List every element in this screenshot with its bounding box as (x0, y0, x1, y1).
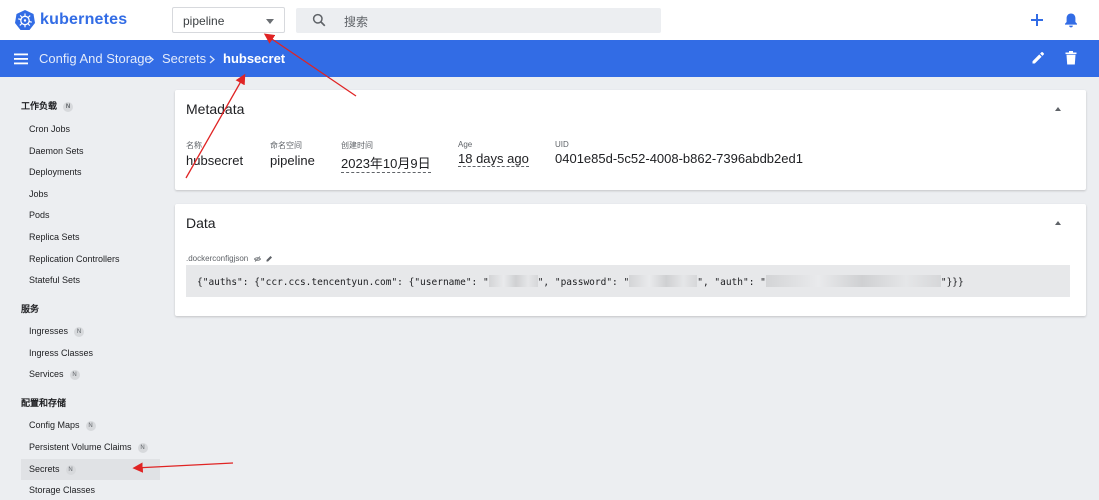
breadcrumb-secrets[interactable]: Secrets (162, 51, 206, 66)
meta-value: 0401e85d-5c52-4008-b862-7396abdb2ed1 (555, 151, 803, 166)
sidebar-section-workloads[interactable]: 工作负载 N (21, 99, 74, 112)
meta-value[interactable]: 2023年10月9日 (341, 153, 431, 173)
edit-icon[interactable] (1031, 51, 1045, 65)
namespaced-badge: N (85, 421, 96, 431)
namespace-select[interactable]: pipeline (172, 7, 285, 33)
redacted-auth (765, 275, 941, 287)
brand-name: kubernetes (40, 11, 128, 28)
meta-value[interactable]: 18 days ago (458, 151, 529, 167)
add-icon[interactable] (1028, 11, 1046, 29)
meta-label: 创建时间 (341, 141, 373, 150)
sidebar-item-ingress-classes[interactable]: Ingress Classes (21, 343, 160, 364)
sidebar-item-replication-controllers[interactable]: Replication Controllers (21, 249, 160, 270)
chevron-right-icon (148, 55, 154, 64)
sidebar-item-secrets[interactable]: Secrets N (21, 459, 160, 480)
search-icon (312, 13, 326, 27)
collapse-icon[interactable] (1055, 221, 1061, 225)
namespaced-badge: N (63, 102, 74, 112)
chevron-down-icon (266, 19, 274, 24)
meta-uid: UID 0401e85d-5c52-4008-b862-7396abdb2ed1 (555, 140, 803, 166)
meta-label: UID (555, 140, 569, 149)
sidebar-item-daemon-sets[interactable]: Daemon Sets (21, 141, 160, 162)
sidebar-item-storage-classes[interactable]: Storage Classes (21, 480, 160, 500)
chevron-right-icon (209, 55, 215, 64)
meta-namespace: 命名空间 pipeline (270, 140, 315, 168)
metadata-card: Metadata 名称 hubsecret 命名空间 pipeline 创建时间… (175, 90, 1086, 190)
sidebar-item-jobs[interactable]: Jobs (21, 184, 160, 205)
collapse-icon[interactable] (1055, 107, 1061, 111)
breadcrumb-current: hubsecret (223, 51, 286, 66)
secret-value-block[interactable]: {"auths": {"ccr.ccs.tencentyun.com": {"u… (186, 265, 1070, 297)
breadcrumb-bar: Config And Storage Secrets hubsecret (0, 40, 1099, 77)
namespaced-badge: N (137, 443, 148, 453)
pencil-icon[interactable] (266, 255, 273, 262)
breadcrumb-config-and-storage[interactable]: Config And Storage (39, 51, 152, 66)
eye-off-icon[interactable] (253, 256, 261, 262)
redacted-username (488, 275, 538, 287)
sidebar-item-ingresses[interactable]: Ingresses N (21, 321, 160, 342)
sidebar-item-config-maps[interactable]: Config Maps N (21, 415, 160, 436)
namespaced-badge: N (69, 370, 80, 380)
meta-label: 名称 (186, 141, 202, 150)
bell-icon[interactable] (1062, 11, 1080, 29)
namespaced-badge: N (74, 327, 85, 337)
data-title: Data (186, 215, 216, 231)
metadata-title: Metadata (186, 101, 245, 117)
sidebar-section-config-storage[interactable]: 配置和存储 (21, 396, 66, 409)
kubernetes-logo[interactable] (14, 9, 36, 31)
secret-value-text: {"auths": {"ccr.ccs.tencentyun.com": {"u… (197, 275, 964, 288)
sidebar-item-deployments[interactable]: Deployments (21, 162, 160, 183)
meta-label: 命名空间 (270, 141, 302, 150)
search-input[interactable]: 搜索 (296, 8, 661, 33)
menu-icon[interactable] (14, 53, 28, 65)
data-card: Data .dockerconfigjson {"auths": {"ccr.c… (175, 204, 1086, 316)
sidebar-item-services[interactable]: Services N (21, 364, 160, 385)
sidebar-item-pods[interactable]: Pods (21, 205, 160, 226)
sidebar-item-cron-jobs[interactable]: Cron Jobs (21, 119, 160, 140)
meta-age: Age 18 days ago (458, 140, 529, 167)
sidebar-item-replica-sets[interactable]: Replica Sets (21, 227, 160, 248)
meta-label: Age (458, 140, 473, 149)
meta-value: hubsecret (186, 153, 244, 168)
namespaced-badge: N (65, 465, 76, 475)
meta-created: 创建时间 2023年10月9日 (341, 140, 431, 173)
top-bar: kubernetes pipeline 搜索 (0, 0, 1099, 40)
search-placeholder: 搜索 (344, 15, 369, 29)
sidebar-section-service[interactable]: 服务 (21, 302, 39, 315)
delete-icon[interactable] (1065, 51, 1077, 65)
meta-value[interactable]: pipeline (270, 153, 315, 168)
sidebar-nav: 工作负载 N Cron Jobs Daemon Sets Deployments … (0, 77, 166, 500)
redacted-password (629, 275, 698, 287)
sidebar-item-stateful-sets[interactable]: Stateful Sets (21, 270, 160, 291)
data-key-label: .dockerconfigjson (186, 254, 273, 263)
meta-name: 名称 hubsecret (186, 140, 243, 168)
sidebar-item-persistent-volume-claims[interactable]: Persistent Volume Claims N (21, 437, 160, 458)
namespace-value: pipeline (183, 14, 225, 28)
